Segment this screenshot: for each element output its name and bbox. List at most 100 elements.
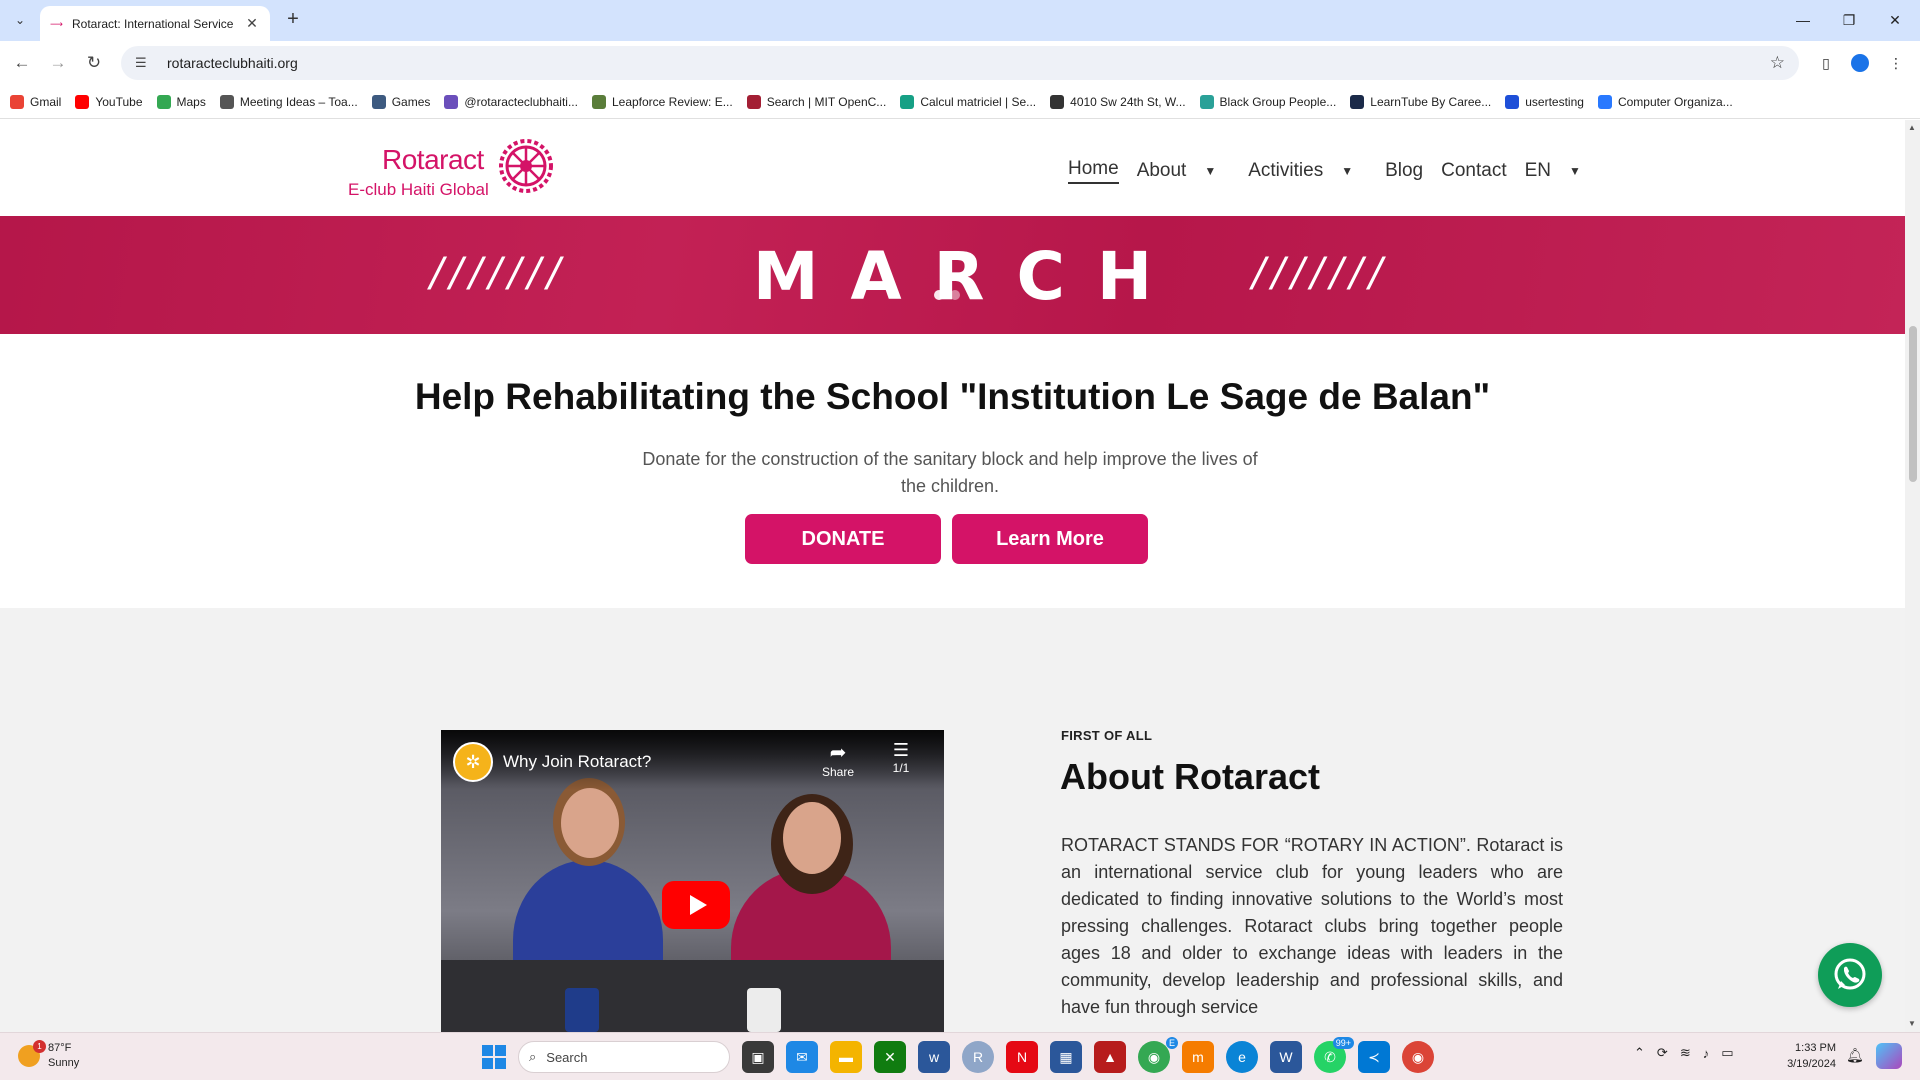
dropdown-caret-icon[interactable]: ▼ (1341, 164, 1353, 178)
task-view-icon[interactable]: ▣ (742, 1041, 774, 1073)
app-icon-m[interactable]: m (1182, 1041, 1214, 1073)
about-title: About Rotaract (1060, 756, 1320, 797)
dropdown-caret-icon[interactable]: ▼ (1569, 164, 1581, 178)
file-explorer-icon[interactable]: ▬ (830, 1041, 862, 1073)
nav-item-blog[interactable]: Blog (1385, 158, 1423, 184)
bookmark-item[interactable]: Meeting Ideas – Toa... (219, 94, 358, 109)
bookmark-item[interactable]: Gmail (10, 94, 62, 109)
playlist-button[interactable]: ☰ 1/1 (881, 740, 921, 775)
bookmark-star-icon[interactable]: ☆ (1770, 53, 1785, 73)
xbox-icon[interactable]: ✕ (874, 1041, 906, 1073)
whatsapp-chat-button[interactable] (1818, 943, 1882, 1007)
dropdown-caret-icon[interactable]: ▼ (1204, 164, 1216, 178)
slider-dot-2[interactable] (950, 290, 960, 300)
slider-dot-1[interactable] (934, 290, 944, 300)
weather-widget[interactable]: 1 87°F Sunny (18, 1040, 79, 1071)
mail-icon[interactable]: ✉ (786, 1041, 818, 1073)
donate-button[interactable]: DONATE (745, 514, 941, 564)
whatsapp-badge: 99+ (1332, 1037, 1354, 1049)
restore-icon[interactable]: ❐ (1826, 8, 1872, 32)
learn-more-button[interactable]: Learn More (952, 514, 1148, 564)
bookmark-item[interactable]: Leapforce Review: E... (591, 94, 733, 109)
channel-logo-icon[interactable]: ✲ (453, 742, 493, 782)
bookmark-favicon-icon (371, 94, 386, 109)
scroll-down-icon[interactable]: ▼ (1908, 1019, 1916, 1028)
copilot-icon[interactable] (1876, 1043, 1902, 1069)
bookmark-label: Calcul matriciel | Se... (920, 94, 1037, 109)
play-icon (689, 895, 707, 915)
app-icon-red[interactable]: ▲ (1094, 1041, 1126, 1073)
tab-search-button[interactable]: ⌄ (8, 8, 32, 32)
play-button[interactable] (662, 881, 730, 929)
bookmark-favicon-icon (900, 94, 915, 109)
bookmark-label: usertesting (1525, 94, 1584, 109)
close-window-icon[interactable]: ✕ (1872, 8, 1918, 32)
scrollbar-thumb[interactable] (1909, 326, 1917, 482)
bookmark-item[interactable]: @rotaracteclubhaiti... (444, 94, 578, 109)
video-title[interactable]: Why Join Rotaract? (503, 752, 651, 772)
nav-item-en[interactable]: EN ▼ (1525, 158, 1595, 184)
volume-icon[interactable]: ♪ (1703, 1046, 1710, 1061)
share-button[interactable]: ➦ Share (813, 740, 863, 779)
menu-kebab-icon[interactable]: ⋮ (1884, 51, 1908, 75)
nav-item-home[interactable]: Home (1068, 158, 1119, 184)
page-viewport: Rotaract E-club Haiti Global Home About ▼ A… (0, 120, 1920, 1032)
bookmark-favicon-icon (156, 94, 171, 109)
youtube-video-player[interactable]: ✲ Why Join Rotaract? ➦ Share ☰ 1/1 (441, 730, 944, 1032)
bookmark-item[interactable]: LearnTube By Caree... (1350, 94, 1491, 109)
wifi-icon[interactable]: ≋ (1680, 1045, 1691, 1061)
edge-icon[interactable]: e (1226, 1041, 1258, 1073)
page-scrollbar[interactable]: ▲ ▼ (1905, 120, 1920, 1032)
tray-overflow-icon[interactable]: ⌃ (1634, 1045, 1645, 1061)
windows-start-icon[interactable] (482, 1045, 506, 1069)
site-info-icon[interactable]: ☰ (135, 55, 155, 71)
rotaract-logo[interactable]: Rotaract E-club Haiti Global (348, 132, 558, 202)
battery-icon[interactable]: ▭ (1721, 1045, 1733, 1061)
bookmark-item[interactable]: Calcul matriciel | Se... (900, 94, 1037, 109)
back-icon[interactable]: ← (10, 51, 34, 75)
forward-icon[interactable]: → (46, 51, 70, 75)
close-tab-icon[interactable]: ✕ (244, 15, 260, 32)
nav-label: Activities (1248, 160, 1324, 181)
rotaract-favicon-icon: ⟶ (50, 18, 63, 29)
bookmark-label: Gmail (30, 94, 62, 109)
whatsapp-taskbar-icon[interactable]: ✆ 99+ (1314, 1037, 1354, 1073)
new-tab-button[interactable]: + (282, 9, 304, 31)
netflix-icon[interactable]: N (1006, 1041, 1038, 1073)
bookmark-item[interactable]: YouTube (75, 94, 143, 109)
bookmark-favicon-icon (1597, 94, 1612, 109)
side-panel-icon[interactable]: ▯ (1814, 51, 1838, 75)
minimize-icon[interactable]: — (1780, 8, 1826, 32)
notification-bell-icon[interactable]: 🔔︎ (1846, 1047, 1864, 1064)
address-bar[interactable]: ☰ rotaracteclubhaiti.org ☆ (121, 46, 1799, 80)
taskbar-search[interactable]: ⌕ Search (518, 1041, 730, 1073)
vscode-icon[interactable]: ≺ (1358, 1041, 1390, 1073)
nav-item-activities[interactable]: Activities ▼ (1248, 158, 1367, 184)
bookmark-item[interactable]: 4010 Sw 24th St, W... (1050, 94, 1186, 109)
app-icon-w[interactable]: w (918, 1041, 950, 1073)
bookmark-item[interactable]: Maps (156, 94, 206, 109)
main-navigation: Home About ▼ Activities ▼ Blog Contact EN ▼ (1068, 158, 1613, 184)
word-icon[interactable]: W (1270, 1041, 1302, 1073)
scroll-up-icon[interactable]: ▲ (1908, 123, 1916, 132)
store-icon[interactable]: ▦ (1050, 1041, 1082, 1073)
sync-icon[interactable]: ⟳ (1657, 1045, 1668, 1061)
chrome-active-icon[interactable]: ◉ (1402, 1041, 1434, 1073)
bookmark-item[interactable]: Black Group People... (1199, 94, 1336, 109)
bookmark-item[interactable]: usertesting (1505, 94, 1584, 109)
hero-title: Help Rehabilitating the School "Institut… (414, 376, 1491, 417)
system-clock[interactable]: 1:33 PM 3/19/2024 (1776, 1040, 1836, 1072)
bookmark-item[interactable]: Search | MIT OpenC... (746, 94, 886, 109)
nav-item-about[interactable]: About ▼ (1137, 158, 1231, 184)
r-app-icon[interactable]: R (962, 1041, 994, 1073)
reload-icon[interactable]: ↻ (82, 51, 106, 75)
bookmark-item[interactable]: Games (371, 94, 430, 109)
bookmarks-bar: Gmail YouTube Maps Meeting Ideas – Toa... Ga… (0, 85, 1920, 119)
bookmark-item[interactable]: Computer Organiza... (1597, 94, 1733, 109)
share-icon: ➦ (829, 742, 847, 764)
chrome-icon[interactable]: ◉ E (1138, 1037, 1178, 1073)
profile-avatar[interactable] (1848, 51, 1872, 75)
active-tab[interactable]: ⟶ Rotaract: International Service C ✕ (40, 6, 270, 41)
logo-wordmark: Rotaract (382, 144, 484, 175)
nav-item-contact[interactable]: Contact (1441, 158, 1506, 184)
